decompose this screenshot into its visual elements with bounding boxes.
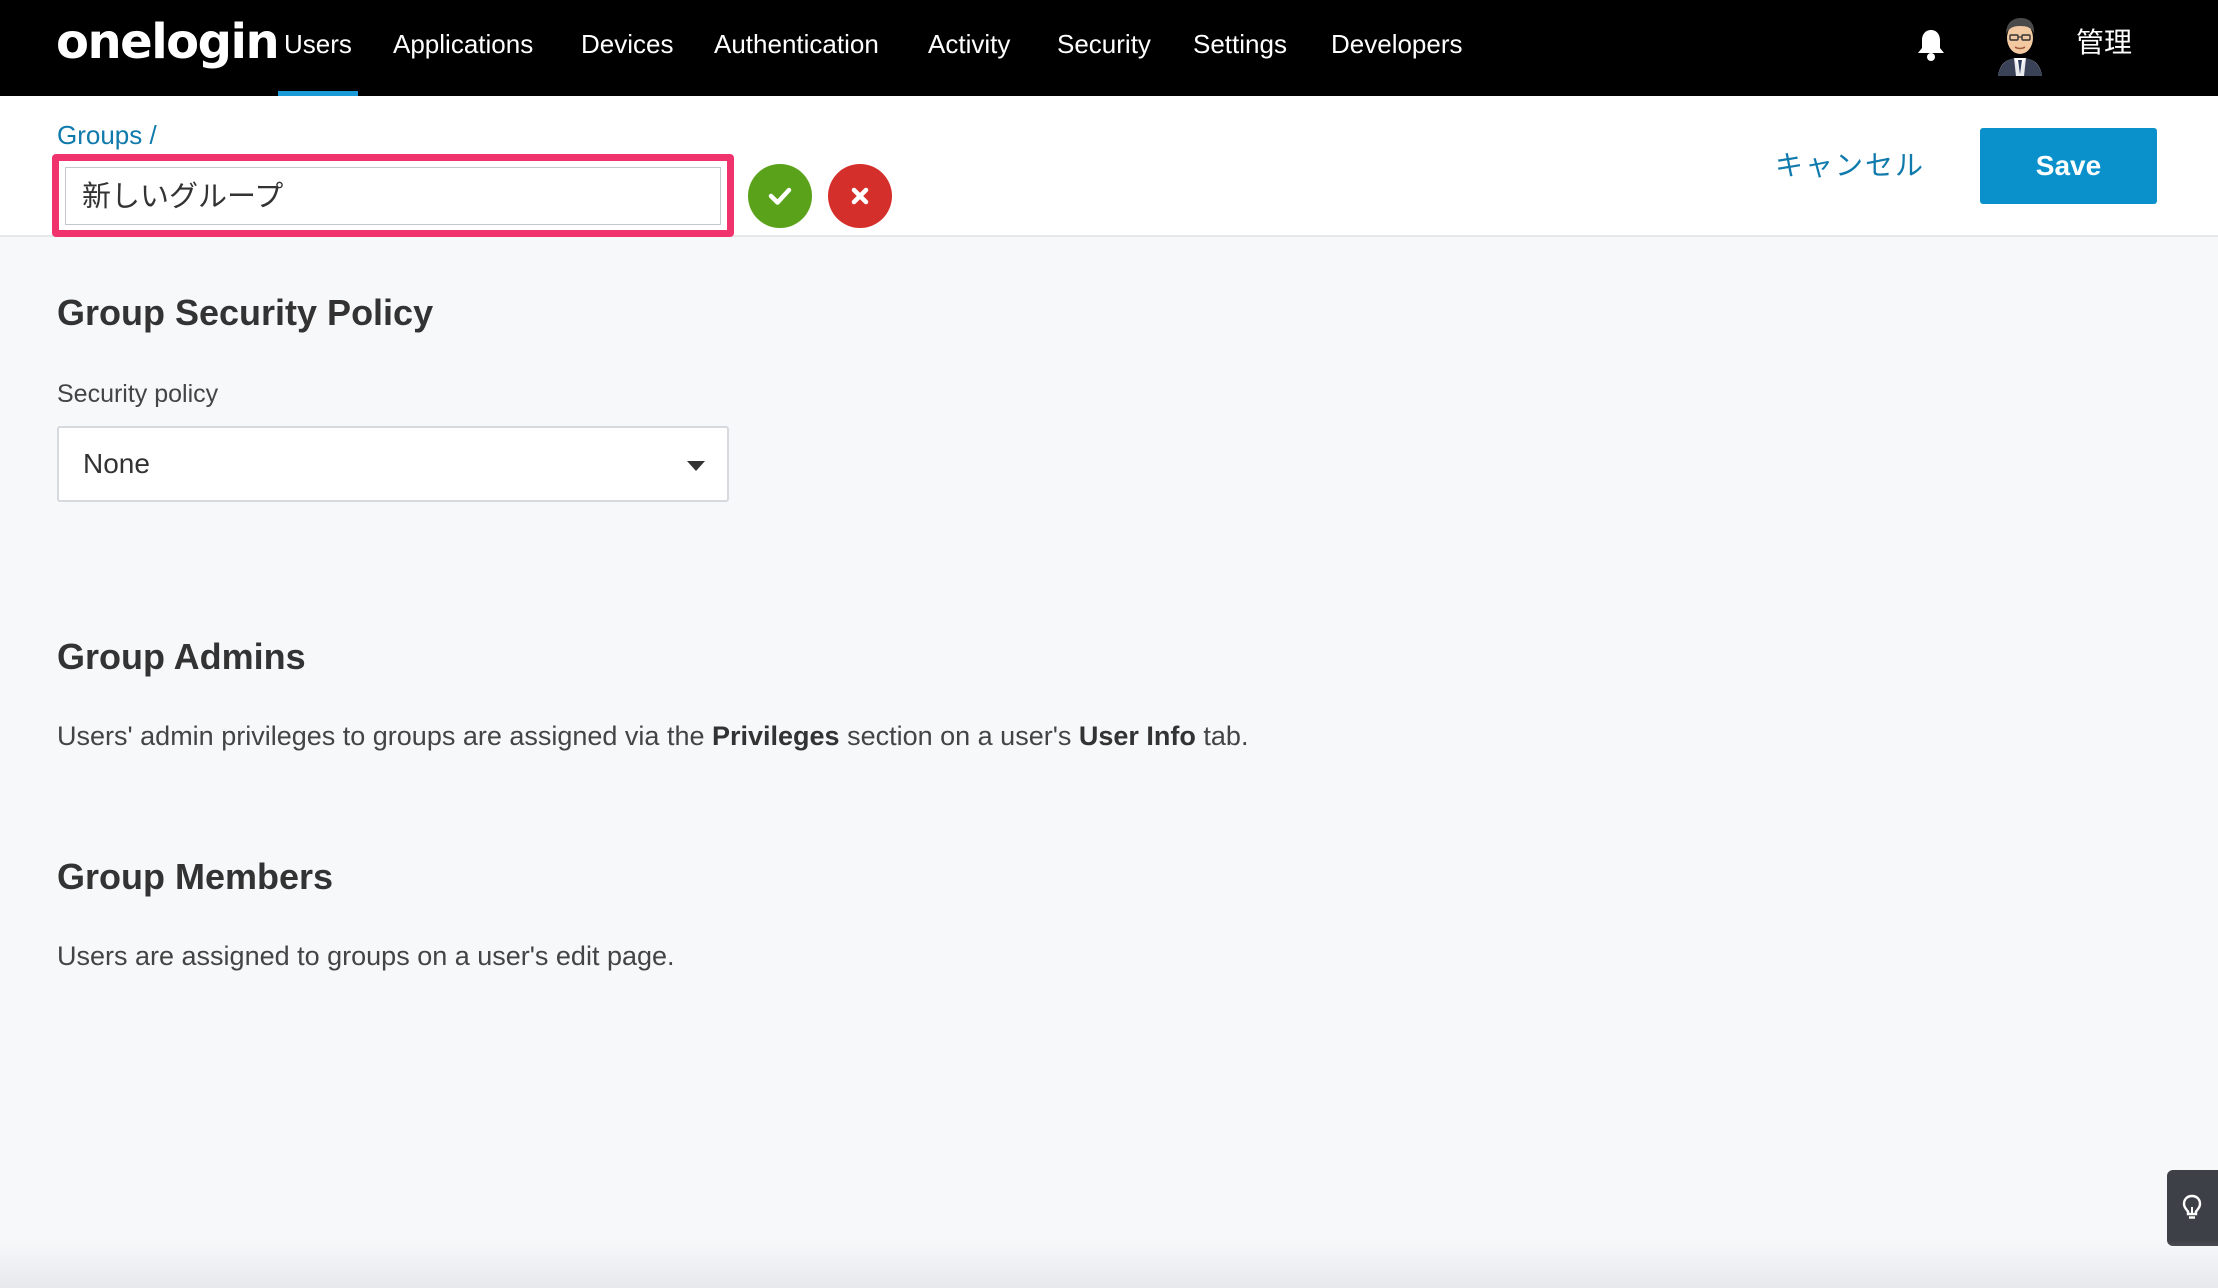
nav-devices[interactable]: Devices	[581, 0, 673, 96]
group-name-input[interactable]: 新しいグループ	[65, 167, 721, 225]
nav-authentication[interactable]: Authentication	[714, 0, 879, 96]
nav-settings[interactable]: Settings	[1193, 0, 1287, 96]
group-members-title: Group Members	[57, 856, 334, 897]
lightbulb-icon	[2182, 1194, 2202, 1219]
admins-text-part: section on a user's	[839, 721, 1079, 751]
group-admins-description: Users' admin privileges to groups are as…	[57, 721, 1248, 752]
confirm-name-button[interactable]	[748, 164, 812, 228]
onelogin-logo[interactable]: onelogin	[56, 14, 280, 70]
close-icon	[851, 187, 869, 205]
security-policy-value: None	[83, 448, 150, 479]
breadcrumb-groups[interactable]: Groups /	[57, 120, 157, 151]
group-members-description: Users are assigned to groups on a user's…	[57, 941, 675, 971]
admins-text-part: Users' admin privileges to groups are as…	[57, 721, 712, 751]
security-policy-label: Security policy	[57, 380, 219, 408]
caret-down-icon	[687, 461, 705, 471]
nav-activity[interactable]: Activity	[928, 0, 1010, 96]
page-header: Groups / 新しいグループ キャンセル Save	[0, 96, 2218, 237]
security-policy-select[interactable]: None	[57, 426, 729, 502]
nav-applications[interactable]: Applications	[393, 0, 533, 96]
bell-icon[interactable]	[1916, 28, 1946, 62]
top-navigation: onelogin Users Applications Devices Auth…	[0, 0, 2218, 96]
bottom-fade	[0, 1240, 2218, 1288]
nav-developers[interactable]: Developers	[1331, 0, 1463, 96]
user-avatar[interactable]	[1994, 14, 2046, 76]
save-button[interactable]: Save	[1980, 128, 2157, 204]
check-icon	[768, 187, 792, 205]
group-name-focus-frame: 新しいグループ	[52, 154, 734, 237]
security-policy-title: Group Security Policy	[57, 292, 434, 333]
user-info-emphasis: User Info	[1078, 721, 1196, 751]
privileges-emphasis: Privileges	[712, 721, 840, 751]
admins-text-part: tab.	[1195, 721, 1249, 751]
group-admins-title: Group Admins	[57, 636, 306, 677]
nav-security[interactable]: Security	[1057, 0, 1151, 96]
nav-users[interactable]: Users	[278, 0, 358, 96]
discard-name-button[interactable]	[828, 164, 892, 228]
user-name-label[interactable]: 管理	[2076, 0, 2132, 96]
cancel-button[interactable]: キャンセル	[1775, 144, 1925, 184]
help-tab[interactable]	[2167, 1170, 2218, 1246]
